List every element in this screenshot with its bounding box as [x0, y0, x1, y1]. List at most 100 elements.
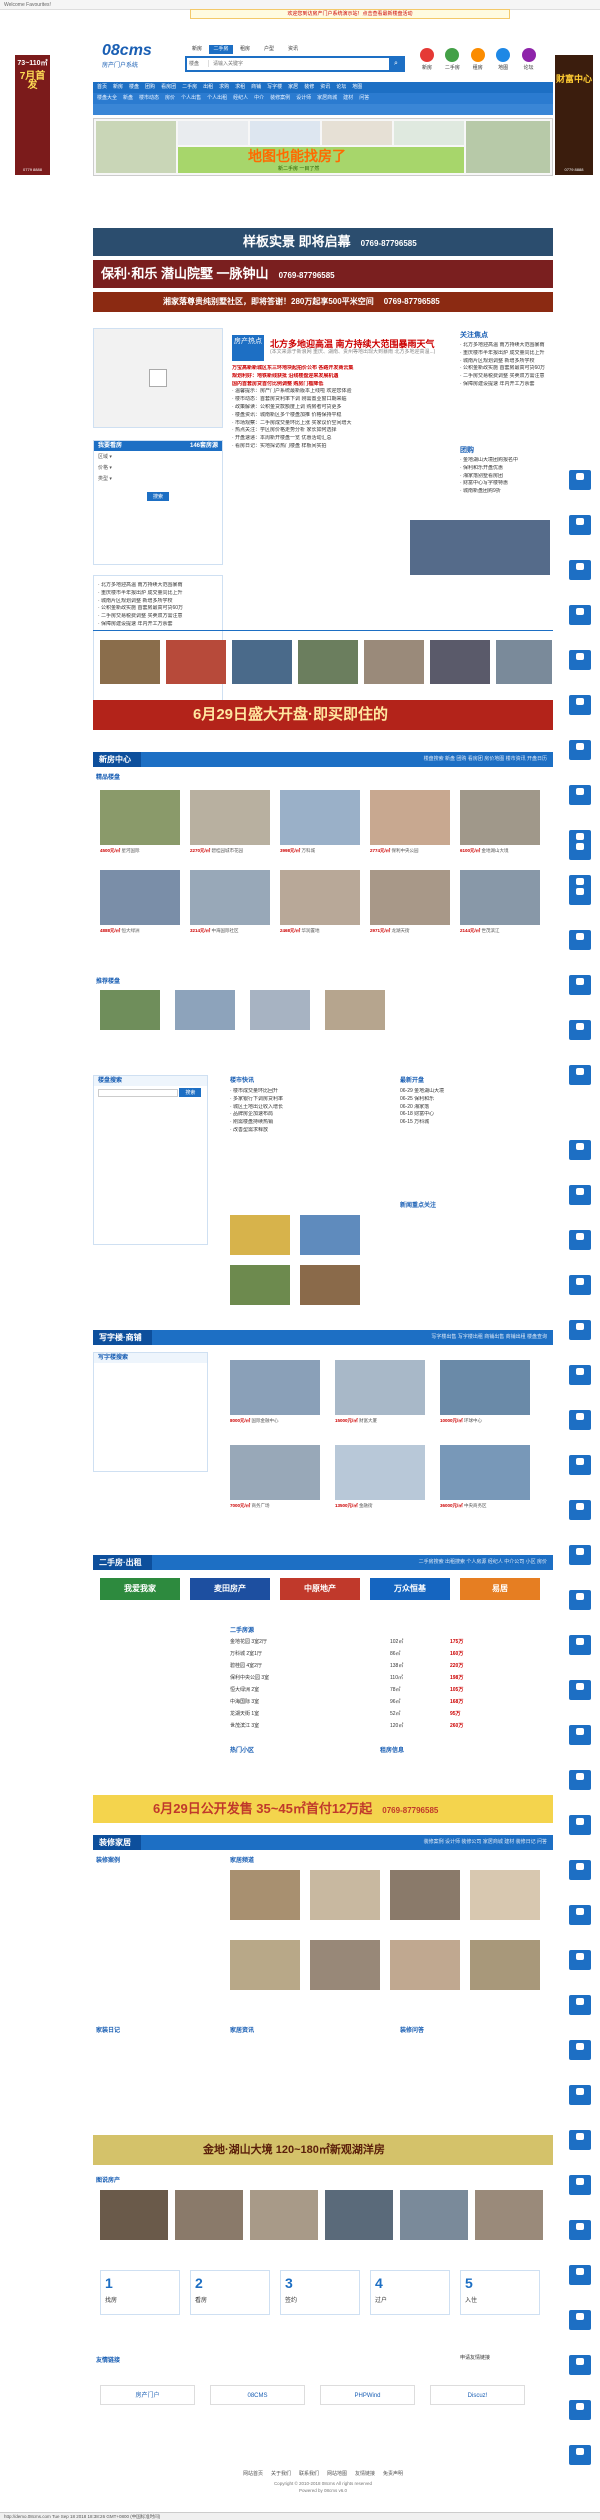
- right-float-button[interactable]: [569, 2220, 591, 2240]
- left-float-button[interactable]: [569, 605, 591, 625]
- section-link[interactable]: 小区: [526, 1559, 537, 1565]
- step-item[interactable]: 5 入住: [460, 2270, 540, 2315]
- subnav-item-12[interactable]: 问答: [359, 95, 369, 101]
- right-float-button[interactable]: [569, 1815, 591, 1835]
- right-float-button[interactable]: [569, 2355, 591, 2375]
- section-link[interactable]: 建材: [504, 1839, 515, 1845]
- property-search-input[interactable]: [98, 1088, 178, 1097]
- section-link[interactable]: 楼盘查询: [527, 1334, 547, 1340]
- section-link[interactable]: 房价: [537, 1559, 547, 1565]
- left-float-button[interactable]: [569, 785, 591, 805]
- section-link[interactable]: 楼盘搜索: [424, 756, 445, 762]
- nav-item-8[interactable]: 求租: [235, 84, 245, 90]
- partner-logo[interactable]: PHPWind: [320, 2385, 415, 2405]
- quick-icon-map[interactable]: 地图: [491, 48, 515, 71]
- right-float-button[interactable]: [569, 1995, 591, 2015]
- hot-news-item[interactable]: · 市场观察：二手房成交量环比上涨 买家议价空间增大: [232, 420, 450, 428]
- nav-item-3[interactable]: 团购: [145, 84, 155, 90]
- nav-item-12[interactable]: 装修: [304, 84, 314, 90]
- subnav-item-11[interactable]: 建材: [343, 95, 353, 101]
- gallery-card[interactable]: [325, 2190, 393, 2240]
- property-card[interactable]: 3214元/㎡ 中海国际社区: [190, 870, 270, 933]
- section-link[interactable]: 出租搜索: [445, 1559, 466, 1565]
- market-news-item[interactable]: · 多家银行下调房贷利率: [230, 1096, 390, 1104]
- right-float-button[interactable]: [569, 1020, 591, 1040]
- section-link[interactable]: 新盘: [445, 756, 456, 762]
- gallery-thumb-5[interactable]: [364, 640, 424, 684]
- section-link[interactable]: 房价地图: [484, 756, 505, 762]
- ad-image-1[interactable]: [96, 121, 176, 173]
- search-tab-news[interactable]: 资讯: [281, 45, 305, 54]
- listing-row[interactable]: 世茂滨江 3室 120㎡ 260万: [230, 1722, 550, 1729]
- office-card[interactable]: 10000元/㎡ 环球中心: [440, 1360, 530, 1423]
- subnav-item-10[interactable]: 家居商城: [317, 95, 337, 101]
- property-card[interactable]: 4888元/㎡ 恒大绿洲: [100, 870, 180, 933]
- site-logo[interactable]: 08cms 房产门户系统: [102, 42, 177, 78]
- listing-row[interactable]: 金地花园 3室2厅 102㎡ 175万: [230, 1638, 550, 1645]
- agency-logo[interactable]: 易居: [460, 1578, 540, 1600]
- decor-card[interactable]: [310, 1940, 380, 1990]
- gallery-thumb-1[interactable]: [100, 640, 160, 684]
- step-item[interactable]: 3 签约: [280, 2270, 360, 2315]
- ad-image-4[interactable]: [322, 121, 392, 145]
- opening-item[interactable]: 06-15 万科城: [400, 1119, 550, 1127]
- gallery-thumb-6[interactable]: [430, 640, 490, 684]
- section-link[interactable]: 开盘日历: [527, 756, 547, 762]
- hot-red-item[interactable]: 国内首套房贷首付比例调整 购房门槛降低: [232, 381, 450, 389]
- property-card[interactable]: 2144元/㎡ 世茂滨江: [460, 870, 540, 933]
- right-float-button[interactable]: [569, 1725, 591, 1745]
- office-card[interactable]: 15000元/㎡ 财富大厦: [335, 1360, 425, 1423]
- quick-icon-secondhand[interactable]: 二手房: [440, 48, 464, 71]
- property-card[interactable]: 2971元/㎡ 龙湖天街: [370, 870, 450, 933]
- section-link[interactable]: 装修案例: [424, 1839, 445, 1845]
- section-link[interactable]: 写字楼出租: [458, 1334, 484, 1340]
- focus-item[interactable]: · 公积金新政实施 首套房最高可贷60万: [460, 365, 552, 373]
- hot-news-item[interactable]: · 看房日记：实地探访热门楼盘 样板间实拍: [232, 443, 450, 451]
- section-link[interactable]: 商铺出售: [484, 1334, 505, 1340]
- right-float-button[interactable]: [569, 2400, 591, 2420]
- decor-card[interactable]: [470, 1940, 540, 1990]
- nav-item-10[interactable]: 写字楼: [267, 84, 282, 90]
- left-float-button[interactable]: [569, 650, 591, 670]
- office-card[interactable]: 8000元/㎡ 国际金融中心: [230, 1360, 320, 1423]
- agency-logo[interactable]: 麦田房产: [190, 1578, 270, 1600]
- opening-item[interactable]: 06-20 湘家落: [400, 1104, 550, 1112]
- ad-image-3[interactable]: [250, 121, 320, 145]
- property-card[interactable]: 4500元/㎡ 星河国际: [100, 790, 180, 853]
- partner-logo[interactable]: Discuz!: [430, 2385, 525, 2405]
- info-item[interactable]: · 城南片区规划调整 新增多所学校: [98, 598, 218, 606]
- left-float-button[interactable]: [569, 740, 591, 760]
- nav-item-13[interactable]: 资讯: [320, 84, 330, 90]
- right-float-button[interactable]: [569, 885, 591, 905]
- search-button[interactable]: ⌕: [389, 58, 403, 70]
- opening-item[interactable]: 06-18 财富中心: [400, 1111, 550, 1119]
- section-link[interactable]: 设计师: [445, 1839, 461, 1845]
- search-tab-newhouse[interactable]: 新房: [185, 45, 209, 54]
- right-float-button[interactable]: [569, 1500, 591, 1520]
- right-float-button[interactable]: [569, 1455, 591, 1475]
- gallery-thumb-3[interactable]: [232, 640, 292, 684]
- property-card[interactable]: 2774元/㎡ 保利中央公园: [370, 790, 450, 853]
- focus-item[interactable]: · 保障房建设提速 年内开工万余套: [460, 381, 552, 389]
- recommend-photo-1[interactable]: [230, 1215, 290, 1255]
- decor-card[interactable]: [310, 1870, 380, 1920]
- nav-item-6[interactable]: 出租: [203, 84, 213, 90]
- type-field[interactable]: 类型 ▾: [94, 473, 222, 484]
- nav-item-11[interactable]: 家居: [288, 84, 298, 90]
- right-float-button[interactable]: [569, 1545, 591, 1565]
- left-float-button[interactable]: [569, 515, 591, 535]
- step-item[interactable]: 2 看房: [190, 2270, 270, 2315]
- step-item[interactable]: 1 找房: [100, 2270, 180, 2315]
- section-link[interactable]: 看房团: [468, 756, 484, 762]
- info-item[interactable]: · 二手房交易税费调整 买卖双方需注意: [98, 613, 218, 621]
- subnav-item-9[interactable]: 设计师: [296, 95, 311, 101]
- quick-icon-rent[interactable]: 租房: [466, 48, 490, 71]
- right-float-button[interactable]: [569, 840, 591, 860]
- subnav-item-7[interactable]: 中介: [254, 95, 264, 101]
- nav-item-5[interactable]: 二手房: [182, 84, 197, 90]
- recommend-photo-3[interactable]: [230, 1265, 290, 1305]
- banner-opening[interactable]: 6月29日盛大开盘·即买即住的: [93, 700, 553, 730]
- left-floating-ad[interactable]: 73~110㎡ 7月首发 0779 8888: [15, 55, 50, 175]
- agency-logo[interactable]: 我爱我家: [100, 1578, 180, 1600]
- area-field[interactable]: 区域 ▾: [94, 451, 222, 462]
